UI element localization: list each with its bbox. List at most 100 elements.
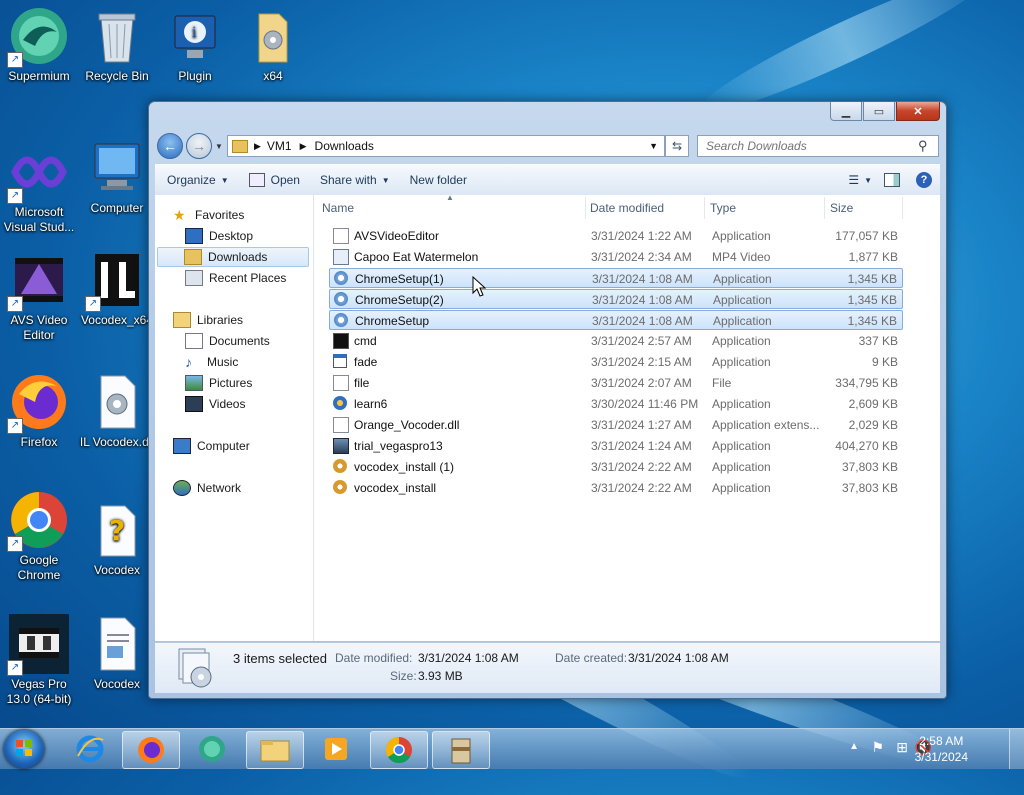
breadcrumb-separator-icon[interactable]: ▶ xyxy=(254,141,261,152)
desktop-icon-firefox[interactable]: ↗ Firefox xyxy=(0,372,78,450)
taskbar-supermium[interactable] xyxy=(184,731,240,767)
desktop-icon-visual-studio[interactable]: ↗ Microsoft Visual Stud... xyxy=(0,142,78,235)
nav-music[interactable]: ♪ Music xyxy=(185,352,238,372)
file-row[interactable]: ChromeSetup 3/31/2024 1:08 AM Application 1… xyxy=(329,310,903,330)
file-row[interactable]: vocodex_install (1) 3/31/2024 2:22 AM Appl… xyxy=(329,457,903,477)
desktop-icon-vegas-pro[interactable]: ↗ Vegas Pro 13.0 (64-bit) xyxy=(0,614,78,707)
help-button[interactable]: ? xyxy=(908,165,940,195)
column-header-type[interactable]: Type xyxy=(710,195,820,221)
address-bar-row: ← → ▼ ▶ VM1 ▶ Downloads ▼ ⇆ ⚲ xyxy=(157,132,939,160)
nav-libraries[interactable]: Libraries xyxy=(173,310,243,330)
desktop-icon-supermium[interactable]: ↗ Supermium xyxy=(0,6,78,84)
pictures-icon xyxy=(185,375,203,391)
taskbar-internet-explorer[interactable] xyxy=(62,731,118,767)
nav-desktop[interactable]: Desktop xyxy=(185,226,253,246)
breadcrumb-separator-icon[interactable]: ▶ xyxy=(300,141,307,152)
breadcrumb-downloads[interactable]: Downloads xyxy=(315,139,374,153)
column-header-size[interactable]: Size xyxy=(830,195,900,221)
share-with-button[interactable]: Share with ▼ xyxy=(310,165,400,195)
firefox-icon: ↗ xyxy=(7,372,69,434)
file-list[interactable]: ▲ Name Date modified Type Size AVSVideoE… xyxy=(314,193,940,641)
file-row[interactable]: cmd 3/31/2024 2:57 AM Application 337 KB xyxy=(329,331,903,351)
desktop-icon-avs-video-editor[interactable]: ↗ AVS Video Editor xyxy=(0,250,78,343)
column-header-date[interactable]: Date modified xyxy=(590,195,705,221)
system-clock[interactable]: 2:58 AM 3/31/2024 xyxy=(915,733,968,765)
date-created-value: 3/31/2024 1:08 AM xyxy=(628,651,729,665)
taskbar-explorer[interactable] xyxy=(246,731,304,769)
nav-recent-places[interactable]: Recent Places xyxy=(185,268,286,288)
search-box[interactable]: ⚲ xyxy=(697,135,939,157)
column-divider[interactable] xyxy=(704,197,705,219)
open-button[interactable]: Open xyxy=(239,165,310,195)
desktop-icon-computer[interactable]: Computer xyxy=(78,138,156,216)
recent-pages-dropdown[interactable]: ▼ xyxy=(215,142,223,151)
nav-documents[interactable]: Documents xyxy=(185,331,270,351)
file-row[interactable]: ChromeSetup(1) 3/31/2024 1:08 AM Applicati… xyxy=(329,268,903,288)
file-row[interactable]: AVSVideoEditor 3/31/2024 1:22 AM Applicati… xyxy=(329,226,903,246)
desktop-icon-x64[interactable]: x64 xyxy=(234,6,312,84)
size-label: Size: xyxy=(390,669,417,683)
search-icon[interactable]: ⚲ xyxy=(918,138,928,154)
preview-pane-button[interactable] xyxy=(876,165,908,195)
forward-button[interactable]: → xyxy=(186,133,212,159)
desktop-icon-plugin[interactable]: i Plugin xyxy=(156,6,234,84)
breadcrumb-vm1[interactable]: VM1 xyxy=(267,139,292,153)
nav-videos[interactable]: Videos xyxy=(185,394,245,414)
documents-icon xyxy=(185,333,203,349)
command-bar: Organize ▼ Open Share with ▼ New folder ☰ ▼… xyxy=(155,164,940,196)
organize-button[interactable]: Organize ▼ xyxy=(155,165,239,195)
file-row[interactable]: Orange_Vocoder.dll 3/31/2024 1:27 AM Appli… xyxy=(329,415,903,435)
nav-downloads[interactable]: Downloads xyxy=(157,247,309,267)
new-folder-button[interactable]: New folder xyxy=(400,165,477,195)
desktop-icon-google-chrome[interactable]: ↗ Google Chrome xyxy=(0,490,78,583)
desktop-icon-vocodex-doc[interactable]: Vocodex xyxy=(78,614,156,692)
start-button[interactable] xyxy=(4,730,44,768)
explorer-window[interactable]: ▁ ▭ ✕ ← → ▼ ▶ VM1 ▶ Downloads ▼ ⇆ ⚲ Orga… xyxy=(148,101,947,699)
file-row[interactable]: Capoo Eat Watermelon 3/31/2024 2:34 AM MP4… xyxy=(329,247,903,267)
taskbar-chrome[interactable] xyxy=(370,731,428,769)
desktop-icon-recycle-bin[interactable]: Recycle Bin xyxy=(78,6,156,84)
file-row[interactable]: file 3/31/2024 2:07 AM File 334,795 KB xyxy=(329,373,903,393)
desktop-icon-label: Microsoft Visual Stud... xyxy=(3,205,75,234)
desktop-icon-vocodex[interactable]: ? Vocodex xyxy=(78,500,156,578)
file-row[interactable]: trial_vegaspro13 3/31/2024 1:24 AM Applica… xyxy=(329,436,903,456)
close-button[interactable]: ✕ xyxy=(896,102,940,121)
show-desktop-button[interactable] xyxy=(1009,729,1024,769)
desktop-icon-label: Supermium xyxy=(8,69,70,83)
taskbar-firefox[interactable] xyxy=(122,731,180,769)
dll-icon xyxy=(87,372,147,432)
nav-network[interactable]: Network xyxy=(173,478,241,498)
file-row[interactable]: learn6 3/30/2024 11:46 PM Application 2,609… xyxy=(329,394,903,414)
tray-overflow-icon[interactable]: ▲ xyxy=(849,741,859,752)
nav-libraries-label: Libraries xyxy=(197,313,244,327)
navigation-pane[interactable]: ★ Favorites Desktop Downloads Recent Plac… xyxy=(155,195,314,641)
nav-favorites[interactable]: ★ Favorites xyxy=(173,205,244,225)
action-center-flag-icon[interactable]: ⚑ xyxy=(871,739,884,756)
minimize-button[interactable]: ▁ xyxy=(830,102,862,121)
change-view-button[interactable]: ☰ ▼ xyxy=(844,165,876,195)
column-divider[interactable] xyxy=(585,197,586,219)
address-dropdown-icon[interactable]: ▼ xyxy=(649,141,658,151)
network-tray-icon[interactable]: ⊞ xyxy=(896,739,908,756)
column-divider[interactable] xyxy=(824,197,825,219)
nav-videos-label: Videos xyxy=(209,397,246,411)
firefox-icon xyxy=(138,737,164,763)
column-divider[interactable] xyxy=(902,197,903,219)
desktop-icon-il-vocodex-dll[interactable]: IL Vocodex.dll xyxy=(78,372,156,450)
nav-computer[interactable]: Computer xyxy=(173,436,250,456)
taskbar-media-player[interactable] xyxy=(308,731,364,767)
refresh-button[interactable]: ⇆ xyxy=(665,135,689,157)
maximize-button[interactable]: ▭ xyxy=(863,102,895,121)
search-input[interactable] xyxy=(704,138,918,154)
taskbar-archive[interactable] xyxy=(432,731,490,769)
file-row[interactable]: fade 3/31/2024 2:15 AM Application 9 KB xyxy=(329,352,903,372)
desktop-icon-vocodex-x64[interactable]: ↗ Vocodex_x64 xyxy=(78,250,156,328)
back-button[interactable]: ← xyxy=(157,133,183,159)
recycle-bin-icon xyxy=(87,6,147,66)
document-icon xyxy=(87,614,147,674)
file-row[interactable]: ChromeSetup(2) 3/31/2024 1:08 AM Applicati… xyxy=(329,289,903,309)
column-header-name[interactable]: Name xyxy=(322,195,572,221)
file-row[interactable]: vocodex_install 3/31/2024 2:22 AM Applicat… xyxy=(329,478,903,498)
address-bar[interactable]: ▶ VM1 ▶ Downloads ▼ xyxy=(227,135,665,157)
nav-pictures[interactable]: Pictures xyxy=(185,373,252,393)
